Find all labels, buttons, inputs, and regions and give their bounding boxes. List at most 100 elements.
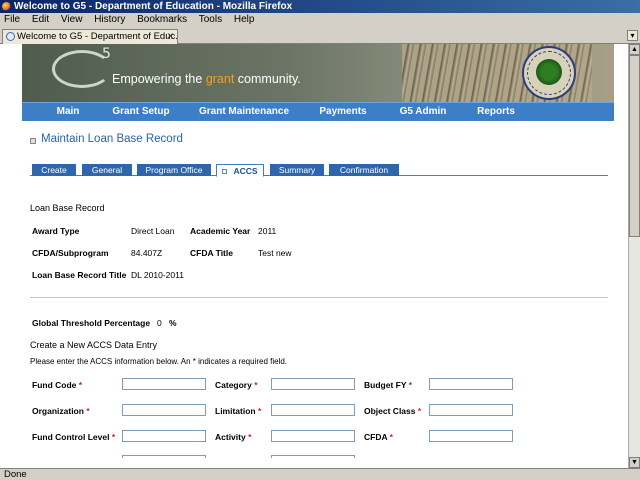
banner-tagline: Empowering the grant community. [112,72,301,86]
tab-marker-icon [222,169,228,174]
menu-bar: File Edit View History Bookmarks Tools H… [0,13,640,27]
vertical-scrollbar[interactable]: ▲ ▼ [628,44,640,468]
tab-general[interactable]: General [82,164,132,176]
section-divider [30,297,608,298]
required-mark: * [257,406,262,416]
globe-icon [6,32,15,41]
menu-view[interactable]: View [61,14,83,25]
limitation-label-text: Limitation [215,406,256,416]
main-nav: Main Grant Setup Grant Maintenance Payme… [22,102,614,121]
nav-grant-setup[interactable]: Grant Setup [102,103,180,122]
status-text: Done [4,469,27,480]
budget-fy-label: Budget FY * [364,380,412,390]
window-title: Welcome to G5 - Department of Education … [14,1,293,12]
cfda-field[interactable] [429,430,513,442]
required-mark: * [111,432,116,442]
required-mark: * [389,432,393,442]
cfda-title-label: CFDA Title [190,248,233,258]
accs-instructions: Please enter the ACCS information below.… [30,357,288,366]
menu-help[interactable]: Help [234,14,255,25]
tagline-text: Empowering the [112,72,206,86]
close-icon[interactable]: ✕ [166,30,174,43]
global-threshold-value: 0 [157,318,162,328]
category-label-text: Category [215,380,252,390]
window-titlebar: Welcome to G5 - Department of Education … [0,0,640,13]
nav-grant-maintenance[interactable]: Grant Maintenance [192,103,296,122]
status-bar: Done [0,468,640,480]
limitation-field[interactable] [271,404,355,416]
organization-label: Organization * [32,406,90,416]
page-viewport: 5 Empowering the grant community. Main G… [0,44,628,468]
tagline-accent: grant [205,72,235,86]
tab-accs-label: ACCS [233,166,258,176]
academic-year-label: Academic Year [190,226,251,236]
section-title: Loan Base Record [30,203,105,213]
next-row-field[interactable] [122,455,206,458]
object-class-field[interactable] [429,404,513,416]
nav-payments[interactable]: Payments [310,103,376,122]
limitation-label: Limitation * [215,406,261,416]
award-type-value: Direct Loan [131,226,175,236]
organization-label-text: Organization [32,406,84,416]
seal-tree [536,59,562,85]
accs-heading: Create a New ACCS Data Entry [30,340,158,350]
academic-year-value: 2011 [258,226,277,236]
scroll-up-icon[interactable]: ▲ [629,44,640,55]
required-mark: * [408,380,413,390]
fund-control-level-field[interactable] [122,430,206,442]
activity-field[interactable] [271,430,355,442]
tab-summary[interactable]: Summary [270,164,324,176]
menu-edit[interactable]: Edit [32,14,49,25]
cfda-title-value: Test new [258,248,292,258]
tab-list-button[interactable]: ▾ [627,30,638,41]
tab-accs[interactable]: ACCS [216,164,264,177]
fund-control-level-label: Fund Control Level * [32,432,115,442]
fund-code-label: Fund Code * [32,380,82,390]
scroll-down-icon[interactable]: ▼ [629,457,640,468]
fund-control-level-label-text: Fund Control Level [32,432,110,442]
cfda-label-text: CFDA [364,432,388,442]
loan-base-record-title-value: DL 2010-2011 [131,270,184,280]
next-row-field[interactable] [271,455,355,458]
scrollbar-thumb[interactable] [629,55,640,237]
menu-tools[interactable]: Tools [199,14,222,25]
activity-label: Activity * [215,432,251,442]
budget-fy-field[interactable] [429,378,513,390]
cfda-subprogram-value: 84.407Z [131,248,163,258]
required-mark: * [254,380,258,390]
required-mark: * [417,406,422,416]
browser-tabstrip: Welcome to G5 - Department of Educ... ✕ … [0,27,640,44]
g5-logo-number: 5 [102,46,111,62]
fund-code-field[interactable] [122,378,206,390]
award-type-label: Award Type [32,226,80,236]
browser-tab[interactable]: Welcome to G5 - Department of Educ... ✕ [2,29,178,44]
object-class-label-text: Object Class [364,406,416,416]
cfda-label: CFDA * [364,432,393,442]
required-mark: * [248,432,252,442]
activity-label-text: Activity [215,432,246,442]
page-title-icon [30,138,36,144]
page-title: Maintain Loan Base Record [41,133,183,145]
category-field[interactable] [271,378,355,390]
menu-history[interactable]: History [94,14,125,25]
menu-bookmarks[interactable]: Bookmarks [137,14,187,25]
object-class-label: Object Class * [364,406,421,416]
tab-create[interactable]: Create [32,164,76,176]
nav-main[interactable]: Main [40,103,96,122]
tagline-text-end: community. [234,72,301,86]
category-label: Category * [215,380,258,390]
tab-confirmation[interactable]: Confirmation [329,164,399,176]
menu-file[interactable]: File [4,14,20,25]
nav-g5-admin[interactable]: G5 Admin [390,103,456,122]
department-seal-icon [522,46,576,100]
organization-field[interactable] [122,404,206,416]
site-banner: 5 Empowering the grant community. [22,44,614,102]
loan-base-record-title-label: Loan Base Record Title [32,270,127,280]
fund-code-label-text: Fund Code [32,380,77,390]
nav-reports[interactable]: Reports [468,103,524,122]
budget-fy-label-text: Budget FY [364,380,407,390]
global-threshold-label: Global Threshold Percentage [32,318,151,328]
firefox-icon [2,2,11,11]
tab-program-office[interactable]: Program Office [137,164,211,176]
cfda-subprogram-label: CFDA/Subprogram [32,248,109,258]
